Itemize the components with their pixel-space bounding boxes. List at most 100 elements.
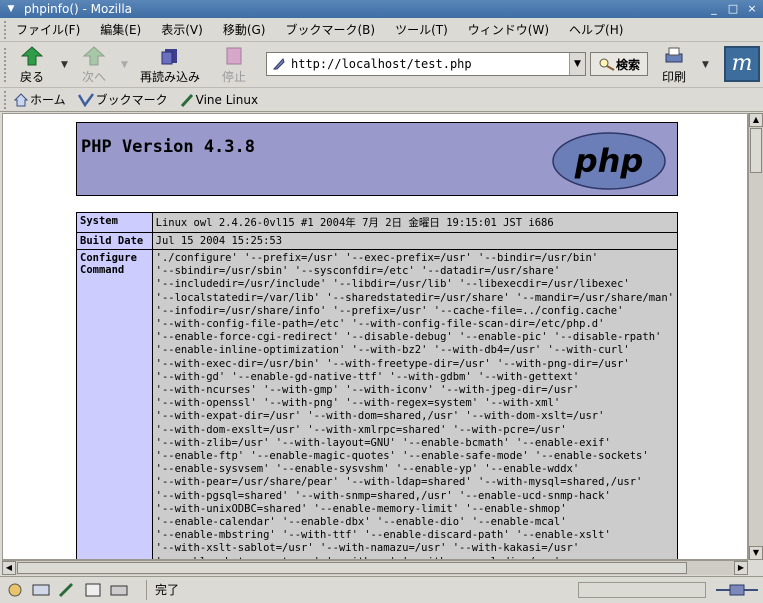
config-line: '--with-openssl' '--with-png' '--with-re… <box>155 397 561 410</box>
row-key: Configure Command <box>76 249 153 559</box>
print-button[interactable]: 印刷 <box>662 46 686 85</box>
menu-go[interactable]: 移動(G) <box>223 21 266 38</box>
config-line: '--enable-mbstring' '--with-ttf' '--enab… <box>155 529 611 542</box>
window-title: phpinfo() - Mozilla <box>24 2 133 16</box>
info-table: System Linux owl 2.4.26-0vl15 #1 2004年 7… <box>76 212 679 559</box>
config-line: '--enable-ftp' '--enable-magic-quotes' '… <box>155 450 649 463</box>
navigator-icon[interactable] <box>4 581 26 599</box>
menu-edit[interactable]: 編集(E) <box>100 21 141 38</box>
row-key: System <box>76 212 153 233</box>
chat-icon[interactable] <box>108 581 130 599</box>
connection-status-icon[interactable] <box>714 582 760 598</box>
url-history-dropdown-icon[interactable]: ▼ <box>569 53 585 75</box>
window-menu-icon[interactable]: ▼ <box>4 4 18 14</box>
menu-view[interactable]: 表示(V) <box>161 21 203 38</box>
forward-label: 次へ <box>82 70 107 84</box>
search-label: 検索 <box>615 57 640 72</box>
config-line: '--with-ncurses' '--with-gmp' '--with-ic… <box>155 384 580 397</box>
printer-icon <box>665 47 683 63</box>
config-line: '--with-dom-exslt=/usr' '--with-xmlrpc=s… <box>155 423 567 436</box>
php-logo-text: php <box>574 142 644 180</box>
scroll-up-icon[interactable]: ▲ <box>749 113 763 127</box>
config-line: '--with-expat-dir=/usr' '--with-dom=shar… <box>155 410 605 423</box>
progress-meter <box>578 582 706 598</box>
forward-button[interactable]: 次へ <box>82 46 106 85</box>
composer-icon[interactable] <box>56 581 78 599</box>
bookmarks-link[interactable]: ブックマーク <box>77 91 168 108</box>
vine-throbber-icon[interactable]: m <box>724 46 760 82</box>
vine-linux-label: Vine Linux <box>195 92 259 107</box>
php-logo: php <box>552 132 666 190</box>
config-key-line: Command <box>80 264 125 276</box>
menu-bookmarks[interactable]: ブックマーク(B) <box>285 21 375 38</box>
stop-button[interactable]: 停止 <box>222 46 246 85</box>
config-line: '--enable-inline-optimization' '--with-b… <box>155 344 630 357</box>
config-line: '--with-exec-dir=/usr/bin' '--with-freet… <box>155 357 630 370</box>
page-favicon-icon <box>272 58 285 70</box>
scroll-down-icon[interactable]: ▼ <box>749 546 763 560</box>
home-icon <box>14 92 28 106</box>
back-arrow-icon <box>21 46 43 66</box>
configure-command-value: './configure' '--prefix=/usr' '--exec-pr… <box>151 249 679 559</box>
back-label: 戻る <box>20 70 45 84</box>
scroll-left-icon[interactable]: ◀ <box>2 561 16 575</box>
search-icon <box>599 58 615 71</box>
status-text: 完了 <box>146 580 546 600</box>
config-line: '--localstatedir=/var/lib' '--sharedstat… <box>155 291 674 304</box>
menu-help[interactable]: ヘルプ(H) <box>569 21 623 38</box>
home-link[interactable]: ホーム <box>14 91 66 108</box>
bookmarks-label: ブックマーク <box>95 93 168 107</box>
config-line: './configure' '--prefix=/usr' '--exec-pr… <box>155 252 599 264</box>
navbar-grip[interactable] <box>4 48 10 82</box>
vertical-scrollbar[interactable]: ▲ ▼ <box>748 113 763 560</box>
forward-arrow-icon <box>83 46 105 66</box>
url-input[interactable] <box>291 57 569 71</box>
config-line: '--with-config-file-path=/etc' '--with-c… <box>155 318 605 331</box>
minimize-button[interactable]: _ <box>706 2 722 16</box>
reload-icon <box>161 49 177 65</box>
table-row: Configure Command './configure' '--prefi… <box>76 249 679 559</box>
menu-window[interactable]: ウィンドウ(W) <box>468 21 549 38</box>
config-line: '--infodir=/usr/share/info' '--prefix=/u… <box>155 304 624 317</box>
config-line: '--with-pgsql=shared' '--with-snmp=share… <box>155 489 611 502</box>
config-line: '--enable-calendar' '--enable-dbx' '--en… <box>155 516 567 529</box>
stop-icon <box>226 47 242 65</box>
config-line: '--with-zlib=/usr' '--with-layout=GNU' '… <box>155 436 611 449</box>
close-button[interactable]: × <box>744 2 760 16</box>
menu-bar: ファイル(F) 編集(E) 表示(V) 移動(G) ブックマーク(B) ツール(… <box>0 18 763 42</box>
menu-tools[interactable]: ツール(T) <box>395 21 448 38</box>
back-dropdown-icon[interactable]: ▼ <box>61 60 68 70</box>
config-line: '--with-unixODBC=shared' '--enable-memor… <box>155 502 567 515</box>
menu-file[interactable]: ファイル(F) <box>16 21 80 38</box>
status-bar: 完了 <box>0 576 763 603</box>
forward-dropdown-icon[interactable]: ▼ <box>121 60 128 70</box>
page-viewport[interactable]: PHP Version 4.3.8 php System Linux owl 2… <box>2 113 748 560</box>
vine-linux-link[interactable]: Vine Linux <box>180 93 258 107</box>
config-line: '--enable-sysvsem' '--enable-sysvshm' '-… <box>155 463 580 476</box>
table-row: System Linux owl 2.4.26-0vl15 #1 2004年 7… <box>76 212 679 233</box>
reload-label: 再読み込み <box>140 70 201 84</box>
vertical-scroll-thumb[interactable] <box>750 128 762 173</box>
horizontal-scroll-thumb[interactable] <box>17 562 687 574</box>
horizontal-scrollbar[interactable]: ◀ ▶ <box>2 560 748 575</box>
stop-label: 停止 <box>222 70 247 84</box>
url-bar[interactable]: ▼ <box>266 52 586 76</box>
php-header: PHP Version 4.3.8 php <box>76 122 678 196</box>
menubar-grip[interactable] <box>4 20 10 39</box>
config-line: '--includedir=/usr/include' '--libdir=/u… <box>155 278 630 291</box>
config-key-line: Configure <box>80 252 137 264</box>
scroll-right-icon[interactable]: ▶ <box>734 561 748 575</box>
reload-button[interactable]: 再読み込み <box>140 46 200 85</box>
config-line: '--enable-force-cgi-redirect' '--disable… <box>155 331 662 344</box>
bookbar-grip[interactable] <box>4 90 10 109</box>
search-button[interactable]: 検索 <box>590 52 648 76</box>
mail-icon[interactable] <box>30 581 52 599</box>
maximize-button[interactable]: □ <box>725 2 741 16</box>
page-title: PHP Version 4.3.8 <box>81 137 255 157</box>
print-dropdown-icon[interactable]: ▼ <box>702 60 709 70</box>
row-key: Build Date <box>76 232 153 250</box>
address-book-icon[interactable] <box>82 581 104 599</box>
back-button[interactable]: 戻る <box>20 46 44 85</box>
table-row: Build Date Jul 15 2004 15:25:53 <box>76 232 679 250</box>
bookmark-icon <box>77 92 94 107</box>
